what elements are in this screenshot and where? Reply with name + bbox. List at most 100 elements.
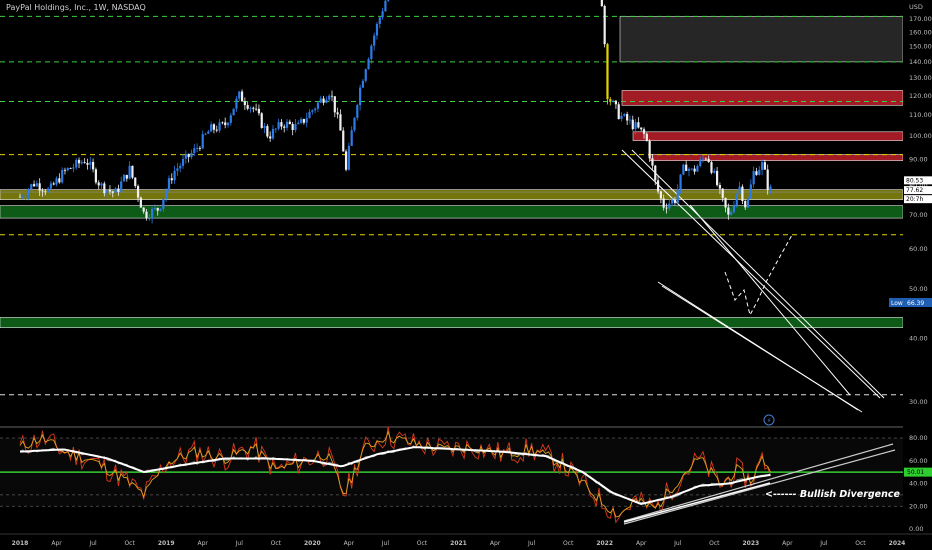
candle-body <box>165 190 168 199</box>
candle-body <box>212 124 216 130</box>
candle-body <box>47 188 50 193</box>
candle-body <box>718 185 722 189</box>
candle-body <box>38 183 41 191</box>
candle-body <box>617 104 620 119</box>
candle-body <box>746 198 750 208</box>
candle-body <box>111 191 114 193</box>
time-tick-label: Apr <box>782 540 793 547</box>
candle-body <box>224 122 227 126</box>
candle-body <box>153 207 157 209</box>
candle-body <box>243 101 246 106</box>
candle-body <box>128 165 131 179</box>
candle-body <box>696 165 699 172</box>
candle-body <box>257 108 261 114</box>
price-label-current: 80.53 <box>906 177 923 184</box>
candle-body <box>114 188 117 193</box>
osc-tick-label: 40.00 <box>909 480 928 488</box>
candle-body <box>347 145 350 170</box>
price-tick-label: 120.00 <box>909 92 932 100</box>
candle-body <box>685 164 688 171</box>
candle-body <box>61 169 64 183</box>
candle-body <box>89 161 92 165</box>
candle-body <box>381 11 384 18</box>
candle-body <box>634 122 637 130</box>
candle-body <box>302 119 306 123</box>
candle-body <box>238 91 241 99</box>
candle-body <box>662 198 665 208</box>
time-tick-label: 2023 <box>742 540 759 547</box>
channel-line-4 <box>689 204 851 396</box>
candle-body <box>294 124 297 131</box>
candle-body <box>55 178 58 185</box>
candle-body <box>710 162 713 173</box>
osc-tick-label: 80.00 <box>909 434 928 442</box>
time-tick-label: Apr <box>636 540 647 547</box>
candle-body <box>749 184 752 199</box>
candle-body <box>758 169 761 175</box>
zone-supply-red-2 <box>632 131 904 141</box>
candle-body <box>94 169 97 183</box>
candle-body <box>766 169 769 190</box>
candle-body <box>642 129 646 134</box>
candle-body <box>690 168 693 170</box>
candle-body <box>72 167 75 169</box>
candle-body <box>91 161 95 170</box>
candle-body <box>136 185 140 198</box>
zone-supply-red-1 <box>621 90 904 106</box>
candle-body <box>167 178 171 191</box>
candle-body <box>80 162 83 164</box>
price-axis-bg <box>903 0 932 550</box>
time-tick-label: Jul <box>88 540 97 547</box>
candle-body <box>373 35 376 46</box>
price-tick-label: 130.00 <box>909 74 932 82</box>
candle-body <box>328 95 331 100</box>
candle-body <box>122 174 126 182</box>
candle-body <box>659 191 662 199</box>
candle-body <box>193 148 196 154</box>
candle-body <box>614 100 618 105</box>
candle-body <box>103 183 106 194</box>
candle-body <box>356 105 359 118</box>
candle-body <box>336 112 339 115</box>
lightning-icon-glyph: ⚡ <box>767 417 772 425</box>
candle-body <box>269 136 272 139</box>
candle-body <box>611 100 615 102</box>
zone-demand-green-1 <box>0 205 904 219</box>
price-tick-label: 90.00 <box>909 155 928 163</box>
time-tick-label: 2019 <box>158 540 175 547</box>
candle-body <box>713 170 716 173</box>
candle-body <box>760 162 764 170</box>
candle-body <box>142 207 145 212</box>
candle-body <box>181 158 185 166</box>
channel-line-1 <box>631 149 885 399</box>
candle-body <box>134 177 137 186</box>
candle-body <box>384 0 387 12</box>
price-axis-currency: USD <box>909 3 923 11</box>
price-tick-label: 50.00 <box>909 285 928 293</box>
candle-body <box>176 168 179 171</box>
candle-body <box>240 91 244 102</box>
price-chart[interactable]: USD 30.00 40.00 50.00 60.00 70.00 80.00 90.00 10… <box>0 0 932 550</box>
candle-body <box>69 168 72 169</box>
candle-body <box>285 121 289 128</box>
candle-body <box>151 208 154 219</box>
candle-body <box>299 119 303 123</box>
candle-body <box>198 148 201 149</box>
candle-body <box>741 186 744 202</box>
candle-body <box>277 122 280 129</box>
candle-body <box>626 114 629 121</box>
candle-body <box>305 118 308 123</box>
candle-body <box>648 140 651 159</box>
candle-body <box>210 124 213 132</box>
candle-body <box>266 126 269 137</box>
candle-body <box>640 127 643 130</box>
price-tick-label: 60.00 <box>909 245 928 253</box>
candle-body <box>735 194 738 206</box>
candle-body <box>207 131 210 134</box>
candle-body <box>656 180 660 192</box>
candle-body <box>27 189 30 196</box>
candle-body <box>106 189 109 194</box>
candle-body <box>145 211 148 219</box>
candle-body <box>131 165 134 178</box>
candle-body <box>283 126 286 128</box>
